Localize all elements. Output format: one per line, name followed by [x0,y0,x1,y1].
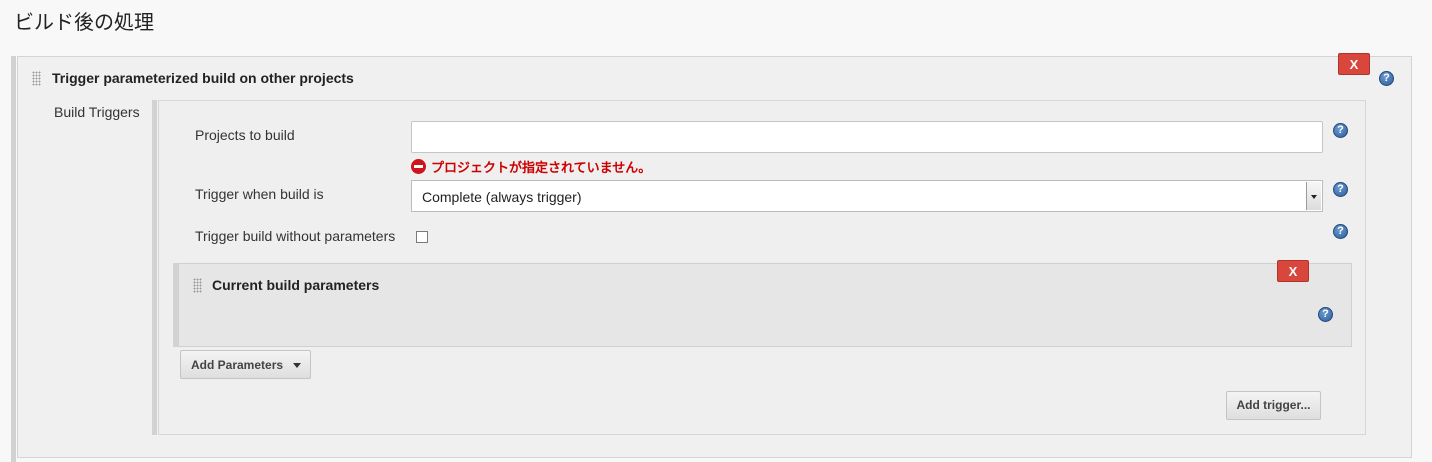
without-params-label: Trigger build without parameters [195,228,396,244]
help-icon[interactable]: ? [1379,71,1394,86]
error-icon [411,158,426,174]
help-icon[interactable]: ? [1333,123,1348,138]
build-triggers-label: Build Triggers [54,104,140,120]
drag-handle-icon[interactable] [32,71,41,86]
help-icon[interactable]: ? [1318,307,1333,322]
trigger-when-selected-value: Complete (always trigger) [422,189,582,205]
delete-current-params-button[interactable]: X [1277,260,1309,282]
drag-handle-icon[interactable] [193,278,202,293]
projects-error-message: プロジェクトが指定されていません。 [411,157,652,176]
help-icon[interactable]: ? [1333,224,1348,239]
help-icon[interactable]: ? [1333,182,1348,197]
projects-to-build-label: Projects to build [195,127,295,143]
trigger-panel-title: Trigger parameterized build on other pro… [52,70,354,86]
error-text: プロジェクトが指定されていません。 [431,160,652,176]
chevron-down-icon[interactable] [1306,182,1321,210]
outer-panel-bar [11,56,16,462]
section-title: ビルド後の処理 [14,10,154,34]
add-parameters-label: Add Parameters [191,358,284,372]
current-build-parameters-panel [178,263,1352,347]
without-params-checkbox[interactable] [416,231,428,243]
current-params-title: Current build parameters [212,277,380,293]
trigger-when-label: Trigger when build is [195,186,324,202]
trigger-when-select[interactable]: Complete (always trigger) [411,180,1323,212]
build-triggers-bar [152,100,157,435]
projects-to-build-input[interactable] [411,121,1323,153]
caret-down-icon [293,363,301,368]
add-parameters-button[interactable]: Add Parameters [180,350,311,379]
delete-trigger-button[interactable]: X [1338,53,1370,75]
add-trigger-button[interactable]: Add trigger... [1226,391,1321,420]
